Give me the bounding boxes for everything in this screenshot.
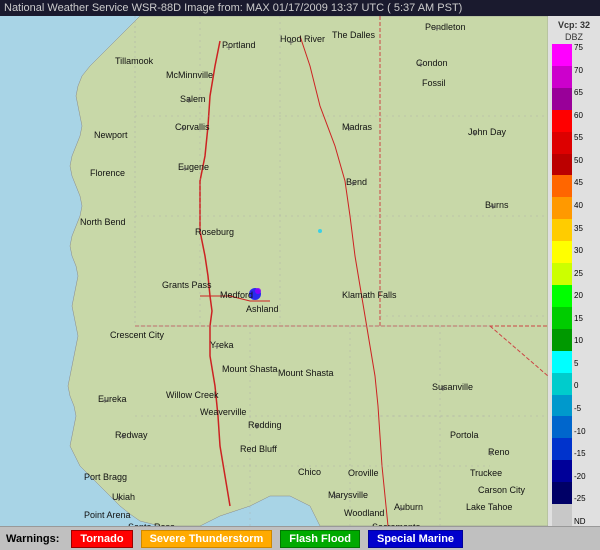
svg-text:+: + [182, 164, 188, 175]
svg-text:+: + [288, 38, 294, 49]
svg-text:+: + [376, 524, 382, 526]
flash-flood-warning-badge[interactable]: Flash Flood [280, 530, 360, 548]
svg-text:Willow Creek: Willow Creek [166, 390, 219, 400]
svg-text:Portola: Portola [450, 430, 479, 440]
legend-title: Vcp: 32 [558, 20, 590, 30]
tornado-warning-badge[interactable]: Tornado [71, 530, 132, 548]
svg-text:Medford: Medford [220, 290, 253, 300]
warnings-label: Warnings: [6, 533, 59, 545]
svg-text:Roseburg: Roseburg [195, 227, 234, 237]
svg-text:Newport: Newport [94, 130, 128, 140]
svg-text:Hood River: Hood River [280, 34, 325, 44]
svg-text:The Dalles: The Dalles [332, 30, 376, 40]
warnings-bar: Warnings: Tornado Severe Thunderstorm Fl… [0, 526, 600, 550]
svg-text:North Bend: North Bend [80, 217, 126, 227]
svg-text:Mount Shasta: Mount Shasta [278, 368, 334, 378]
svg-text:Santa Rosa: Santa Rosa [128, 522, 175, 526]
map-canvas: Tillamook Portland Hood River Pendleton … [0, 16, 548, 526]
legend-labels: 757065605550454035302520151050-5-10-15-2… [572, 44, 596, 526]
svg-text:+: + [346, 124, 352, 135]
svg-text:+: + [116, 494, 122, 505]
svg-text:+: + [418, 60, 424, 71]
svg-text:Woodland: Woodland [344, 508, 384, 518]
svg-text:Ashland: Ashland [246, 304, 279, 314]
svg-text:+: + [180, 124, 186, 135]
legend-unit: DBZ [565, 32, 583, 42]
svg-text:+: + [350, 179, 356, 190]
svg-text:+: + [434, 24, 440, 35]
svg-text:+: + [102, 396, 108, 407]
svg-text:Salem: Salem [180, 94, 206, 104]
svg-text:+: + [186, 96, 192, 107]
svg-text:Crescent City: Crescent City [110, 330, 165, 340]
svg-text:Burns: Burns [485, 200, 509, 210]
svg-text:Port Bragg: Port Bragg [84, 472, 127, 482]
svg-text:Susanville: Susanville [432, 382, 473, 392]
svg-text:+: + [214, 342, 220, 353]
header-title: National Weather Service WSR-88D Image f… [4, 2, 462, 14]
svg-text:Carson City: Carson City [478, 485, 526, 495]
special-marine-warning-badge[interactable]: Special Marine [368, 530, 463, 548]
svg-text:+: + [226, 43, 232, 54]
header-bar: National Weather Service WSR-88D Image f… [0, 0, 600, 16]
svg-text:Chico: Chico [298, 467, 321, 477]
svg-text:+: + [332, 492, 338, 503]
svg-text:Weaverville: Weaverville [200, 407, 246, 417]
svg-text:Oroville: Oroville [348, 468, 379, 478]
svg-text:Pendleton: Pendleton [425, 22, 466, 32]
svg-text:Tillamook: Tillamook [115, 56, 154, 66]
svg-text:Point Arena: Point Arena [84, 510, 131, 520]
svg-text:+: + [472, 129, 478, 140]
legend-panel: Vcp: 32 DBZ 7570656055504540353025201510… [548, 16, 600, 526]
svg-text:+: + [490, 202, 496, 213]
svg-text:Mount Shasta: Mount Shasta [222, 364, 278, 374]
svg-text:Florence: Florence [90, 168, 125, 178]
svg-text:+: + [440, 384, 446, 395]
severe-thunderstorm-warning-badge[interactable]: Severe Thunderstorm [141, 530, 273, 548]
svg-text:+: + [488, 449, 494, 460]
svg-text:+: + [398, 504, 404, 515]
color-bar [552, 44, 572, 526]
svg-text:+: + [254, 422, 260, 433]
map-area: Tillamook Portland Hood River Pendleton … [0, 16, 600, 526]
main-container: National Weather Service WSR-88D Image f… [0, 0, 600, 550]
svg-text:Red Bluff: Red Bluff [240, 444, 277, 454]
svg-text:Grants Pass: Grants Pass [162, 280, 212, 290]
svg-text:+: + [120, 432, 126, 443]
svg-text:Fossil: Fossil [422, 78, 446, 88]
svg-text:Truckee: Truckee [470, 468, 502, 478]
color-bar-container: 757065605550454035302520151050-5-10-15-2… [552, 44, 596, 526]
svg-text:Klamath Falls: Klamath Falls [342, 290, 397, 300]
svg-text:Lake Tahoe: Lake Tahoe [466, 502, 512, 512]
map-svg: Tillamook Portland Hood River Pendleton … [0, 16, 548, 526]
svg-text:McMinnville: McMinnville [166, 70, 213, 80]
